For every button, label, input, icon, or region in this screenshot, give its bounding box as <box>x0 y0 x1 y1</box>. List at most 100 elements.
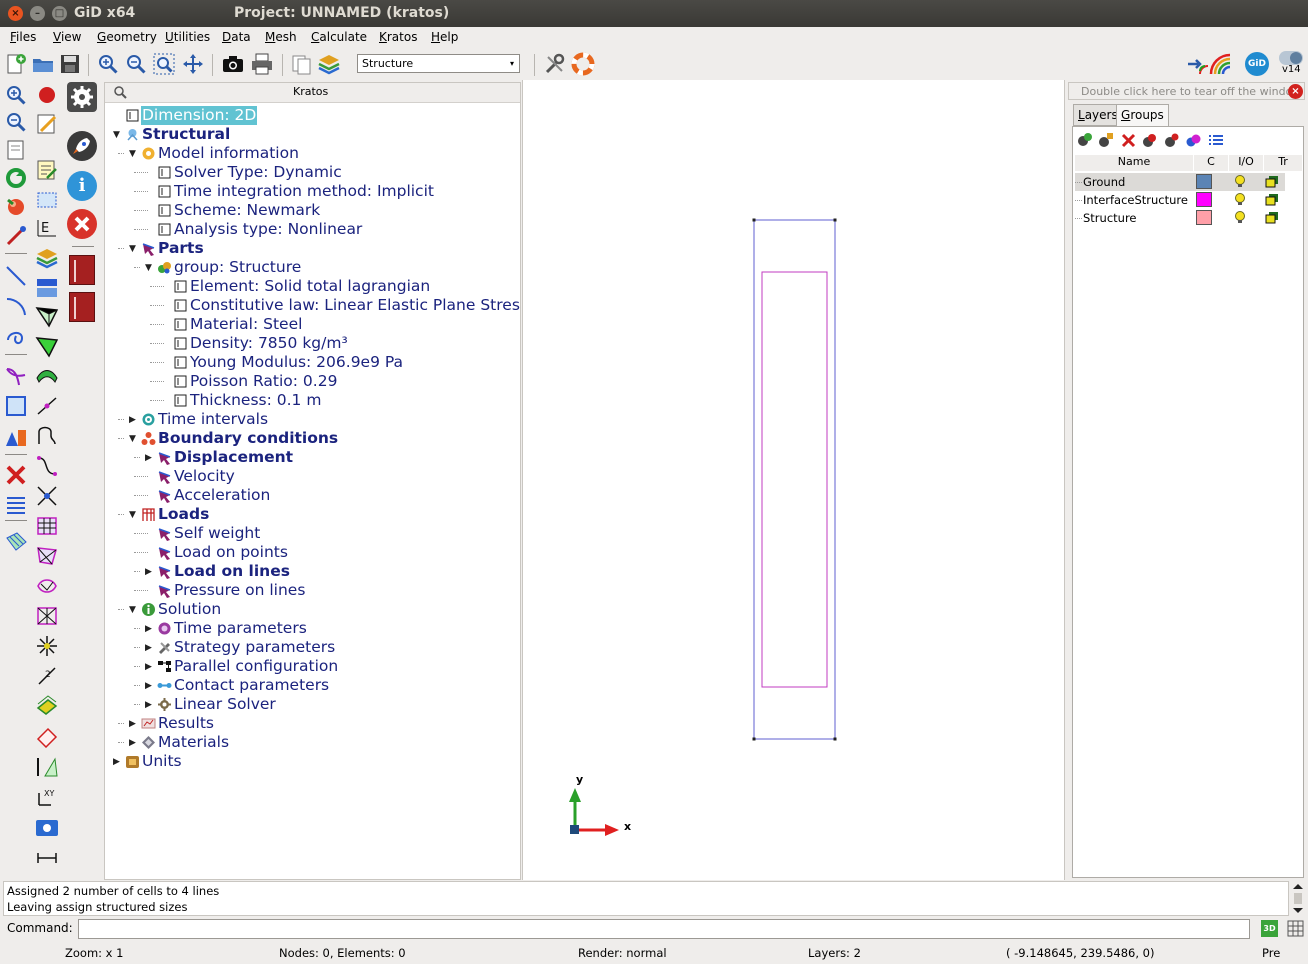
curve-icon[interactable] <box>4 324 28 348</box>
volume-icon[interactable] <box>4 394 28 418</box>
tree-row[interactable]: Young Modulus: 206.9e9 Pa <box>105 353 520 372</box>
lightbulb-icon[interactable] <box>1233 210 1247 225</box>
tree-row[interactable]: ▶ Materials <box>105 733 520 752</box>
menu-geometry[interactable]: Geometry <box>97 30 157 44</box>
tools-icon[interactable] <box>543 52 567 76</box>
tree-row[interactable]: Load on points <box>105 543 520 562</box>
expand-triangle-icon[interactable]: ▶ <box>145 567 155 577</box>
expand-triangle-icon[interactable]: ▶ <box>129 738 139 748</box>
volume-mesh-icon[interactable] <box>35 604 59 628</box>
tab-groups[interactable]: Groups <box>1116 104 1169 126</box>
ruled-surface-icon[interactable] <box>4 530 28 554</box>
tree-row[interactable]: ▶ Time intervals <box>105 410 520 429</box>
tree-row[interactable]: Material: Steel <box>105 315 520 334</box>
tree-row[interactable]: ▶ Units <box>105 752 520 771</box>
lifebuoy-icon[interactable] <box>571 52 595 76</box>
column-tr[interactable]: Tr <box>1264 155 1302 171</box>
new-group-icon[interactable] <box>1076 132 1093 149</box>
expand-triangle-icon[interactable]: ▶ <box>129 719 139 729</box>
group-row[interactable]: InterfaceStructure <box>1075 191 1285 209</box>
polyline-icon[interactable] <box>35 424 59 448</box>
cancel-icon[interactable] <box>67 209 97 239</box>
book-icon[interactable] <box>69 292 95 322</box>
list-icon[interactable] <box>4 492 28 516</box>
collapse-triangle-icon[interactable]: ▼ <box>129 510 139 520</box>
zoom-out-icon[interactable] <box>124 52 148 76</box>
book-icon[interactable] <box>69 255 95 285</box>
window-maximize-button[interactable]: □ <box>52 6 67 21</box>
menu-files[interactable]: Files <box>10 30 36 44</box>
rainbow-feed-icon[interactable] <box>1208 52 1232 76</box>
tree-row[interactable]: ▶ Strategy parameters <box>105 638 520 657</box>
expand-triangle-icon[interactable]: ▶ <box>145 700 155 710</box>
mesh-surface-icon[interactable] <box>35 364 59 388</box>
structured-mesh-icon[interactable] <box>35 514 59 538</box>
info-panel-icon[interactable] <box>36 820 58 836</box>
tree-row[interactable]: Scheme: Newmark <box>105 201 520 220</box>
column-color[interactable]: C <box>1194 155 1228 171</box>
layers-icon[interactable] <box>317 52 341 76</box>
copy-surface-icon[interactable] <box>35 694 59 718</box>
tree-row[interactable]: Analysis type: Nonlinear <box>105 220 520 239</box>
group-draw-icon[interactable] <box>1185 132 1202 149</box>
send-arrow-icon[interactable] <box>1186 52 1210 76</box>
collapse-triangle-icon[interactable]: ▼ <box>129 244 139 254</box>
mesh-triangle-icon[interactable] <box>35 304 59 328</box>
expand-triangle-icon[interactable]: ▶ <box>113 757 123 767</box>
expand-triangle-icon[interactable]: ▶ <box>145 662 155 672</box>
expand-triangle-icon[interactable]: ▶ <box>145 624 155 634</box>
shapes-icon[interactable] <box>4 424 28 448</box>
zoom-in-icon[interactable] <box>96 52 120 76</box>
menu-help[interactable]: Help <box>431 30 458 44</box>
group-row[interactable]: Ground <box>1075 173 1285 191</box>
gear-icon[interactable] <box>67 82 97 112</box>
tree-row[interactable]: Constitutive law: Linear Elastic Plane S… <box>105 296 520 315</box>
transparency-icon[interactable] <box>1265 193 1279 206</box>
dimension-icon[interactable] <box>35 846 59 870</box>
curve-points-icon[interactable] <box>35 454 59 478</box>
tree-row[interactable]: Self weight <box>105 524 520 543</box>
menu-view[interactable]: View <box>53 30 81 44</box>
entity-label-icon[interactable]: E <box>35 216 59 240</box>
tree-row[interactable]: ▼ Boundary conditions <box>105 429 520 448</box>
record-icon[interactable] <box>39 87 55 103</box>
transparency-icon[interactable] <box>1265 211 1279 224</box>
tree-row[interactable]: ▶ Contact parameters <box>105 676 520 695</box>
tree-row[interactable]: ▼ group: Structure <box>105 258 520 277</box>
window-stack-icon[interactable] <box>35 276 59 300</box>
tree-row[interactable]: ▼ Solution <box>105 600 520 619</box>
frame-icon[interactable] <box>4 138 28 162</box>
copy-window-icon[interactable] <box>290 52 314 76</box>
new-child-group-icon[interactable] <box>1097 132 1114 149</box>
run-rocket-icon[interactable] <box>67 131 97 161</box>
tree-row[interactable]: Acceleration <box>105 486 520 505</box>
chevron-down-icon[interactable]: ▾ <box>507 57 517 70</box>
outer-rectangle-geometry[interactable] <box>753 219 836 740</box>
mesh-element-icon[interactable] <box>35 334 59 358</box>
search-icon[interactable] <box>113 85 127 99</box>
tree-row[interactable]: Poisson Ratio: 0.29 <box>105 372 520 391</box>
tree-row[interactable]: Pressure on lines <box>105 581 520 600</box>
line-icon[interactable] <box>4 264 28 288</box>
geometry-point[interactable] <box>752 218 756 222</box>
surface-icon[interactable] <box>4 364 28 388</box>
edit-pencil-icon[interactable] <box>35 112 59 136</box>
open-folder-icon[interactable] <box>31 52 55 76</box>
tree-row[interactable]: ▶ Parallel configuration <box>105 657 520 676</box>
transparency-icon[interactable] <box>1265 175 1279 188</box>
group-color-swatch[interactable] <box>1196 210 1212 225</box>
group-color-swatch[interactable] <box>1196 174 1212 189</box>
zoom-out-icon[interactable] <box>4 110 28 134</box>
tree-row[interactable]: ▶ Displacement <box>105 448 520 467</box>
tree-row[interactable]: Thickness: 0.1 m <box>105 391 520 410</box>
lightbulb-icon[interactable] <box>1233 192 1247 207</box>
expand-triangle-icon[interactable]: ▶ <box>129 415 139 425</box>
collapse-triangle-icon[interactable]: ▼ <box>129 605 139 615</box>
tearoff-bar[interactable]: Double click here to tear off the window… <box>1068 82 1305 100</box>
pan-icon[interactable] <box>181 52 205 76</box>
tree-row[interactable]: ▼ Structural <box>105 125 520 144</box>
group-color-icon[interactable] <box>1141 132 1158 149</box>
window-minimize-button[interactable]: – <box>30 6 45 21</box>
3d-view-icon[interactable]: 3D <box>1261 920 1278 937</box>
tree-row[interactable]: ▼ Parts <box>105 239 520 258</box>
